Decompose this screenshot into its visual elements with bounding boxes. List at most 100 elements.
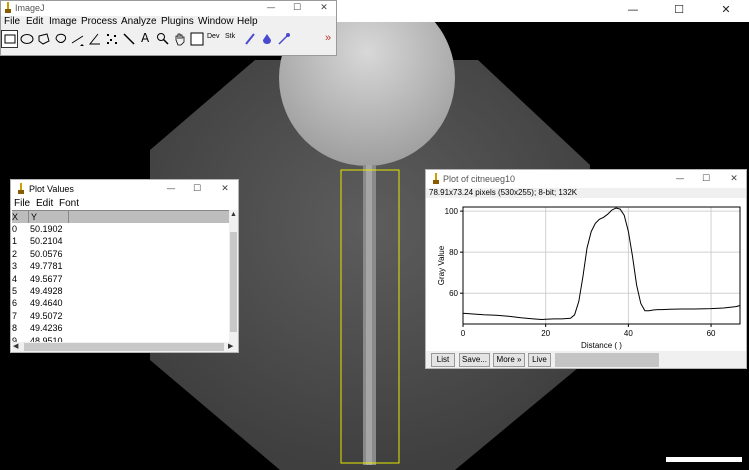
scroll-right-icon[interactable]: ▶ — [228, 342, 233, 352]
menu-analyze[interactable]: Analyze — [121, 16, 157, 27]
plot-status-field — [555, 353, 659, 367]
plot-values-minimize-button[interactable]: — — [159, 182, 183, 197]
row-x-value: 8 — [12, 323, 18, 334]
menu-image[interactable]: Image — [49, 16, 77, 27]
menu-plugins[interactable]: Plugins — [161, 16, 194, 27]
table-row[interactable]: 5 49.4928 — [12, 285, 229, 297]
imagej-titlebar: ImageJ — ☐ ✕ — [1, 1, 336, 16]
imagej-close-button[interactable]: ✕ — [312, 1, 336, 16]
table-row[interactable]: 2 50.0576 — [12, 248, 229, 260]
plot-maximize-button[interactable]: ☐ — [694, 172, 718, 187]
wand-tool-icon[interactable] — [120, 30, 137, 48]
plot-values-window: Plot Values — ☐ ✕ File Edit Font X Y 0 50… — [10, 179, 239, 353]
scroll-thumb[interactable] — [230, 232, 237, 332]
row-x-value: 4 — [12, 273, 18, 284]
table-row[interactable]: 6 49.4640 — [12, 297, 229, 309]
column-header-x[interactable]: X — [12, 211, 18, 223]
row-y-value: 49.7781 — [30, 261, 63, 272]
magnifying-glass-tool-icon[interactable] — [154, 30, 171, 48]
more-button[interactable]: More » — [493, 353, 525, 367]
imagej-app-icon — [5, 2, 11, 13]
scroll-thumb[interactable] — [24, 343, 224, 351]
more-tools-label: » — [325, 32, 332, 44]
pencil-tool-icon[interactable] — [241, 30, 258, 48]
y-tick-label: 100 — [445, 207, 459, 216]
plot-values-maximize-button[interactable]: ☐ — [185, 182, 209, 197]
more-tools-icon[interactable]: » — [321, 30, 338, 48]
pv-menu-file[interactable]: File — [14, 198, 30, 209]
menu-edit[interactable]: Edit — [26, 16, 43, 27]
plot-window: Plot of citneueg10 — ☐ ✕ 78.91x73.24 pix… — [425, 169, 747, 369]
rectangle-selection-tool-icon[interactable] — [1, 30, 18, 48]
row-y-value: 49.4928 — [30, 285, 63, 296]
plot-close-button[interactable]: ✕ — [722, 172, 746, 187]
row-y-value: 49.4236 — [30, 323, 63, 334]
brush-tool-icon[interactable] — [258, 30, 275, 48]
vertical-scrollbar[interactable]: ▲ — [229, 210, 238, 342]
pv-menu-edit[interactable]: Edit — [36, 198, 53, 209]
profile-plot[interactable]: 0 20 40 60 60 80 100 Distance ( ) Gray Value — [426, 198, 746, 351]
row-x-value: 9 — [12, 335, 18, 342]
table-row[interactable]: 7 49.5072 — [12, 310, 229, 322]
multi-point-tool-icon[interactable] — [103, 30, 120, 48]
column-header-y[interactable]: Y — [31, 211, 37, 223]
oval-selection-tool-icon[interactable] — [18, 30, 35, 48]
save-button[interactable]: Save... — [459, 353, 490, 367]
dropper-tool-icon[interactable] — [275, 30, 292, 48]
imagej-app-icon — [433, 173, 439, 184]
dev-label: Dev — [207, 33, 220, 40]
angle-tool-icon[interactable] — [86, 30, 103, 48]
color-picker-box-icon[interactable] — [188, 30, 205, 48]
table-row[interactable]: 4 49.5677 — [12, 273, 229, 285]
pv-menu-font[interactable]: Font — [59, 198, 79, 209]
plot-window-title: Plot of citneueg10 — [443, 174, 516, 184]
row-y-value: 50.1902 — [30, 224, 63, 234]
x-axis-label: Distance ( ) — [581, 341, 622, 350]
row-x-value: 6 — [12, 298, 18, 309]
table-row[interactable]: 9 48.9510 — [12, 335, 229, 342]
text-tool-label: A — [141, 31, 150, 45]
row-y-value: 49.5072 — [30, 310, 63, 321]
live-button[interactable]: Live — [528, 353, 551, 367]
row-x-value: 5 — [12, 285, 18, 296]
table-row[interactable]: 0 50.1902 — [12, 223, 229, 235]
menu-window[interactable]: Window — [198, 16, 234, 27]
table-row[interactable]: 8 49.4236 — [12, 322, 229, 334]
plot-values-titlebar: Plot Values — ☐ ✕ — [11, 180, 238, 198]
freehand-selection-tool-icon[interactable] — [52, 30, 69, 48]
list-button[interactable]: List — [431, 353, 455, 367]
dev-menu-tool[interactable]: Dev — [205, 30, 223, 48]
imagej-menubar: File Edit Image Process Analyze Plugins … — [1, 16, 336, 30]
menu-help[interactable]: Help — [237, 16, 258, 27]
table-body: 0 50.1902 1 50.2104 2 50.0576 3 49.7781 4 49.5677… — [12, 223, 229, 342]
text-tool-icon[interactable]: A — [137, 30, 154, 48]
scrolling-hand-tool-icon[interactable] — [171, 30, 188, 48]
horizontal-scrollbar[interactable]: ◀ ▶ — [12, 342, 238, 352]
table-header: X Y — [12, 210, 229, 223]
imagej-minimize-button[interactable]: — — [259, 1, 283, 16]
y-tick-label: 80 — [449, 248, 458, 257]
scroll-up-icon[interactable]: ▲ — [230, 210, 237, 220]
row-x-value: 7 — [12, 310, 18, 321]
x-tick-label: 0 — [461, 329, 466, 338]
polygon-selection-tool-icon[interactable] — [35, 30, 52, 48]
row-y-value: 50.2104 — [30, 236, 63, 247]
table-row[interactable]: 3 49.7781 — [12, 260, 229, 272]
row-x-value: 0 — [12, 224, 18, 234]
stk-menu-tool[interactable]: Stk — [223, 30, 241, 48]
main-close-button[interactable]: ✕ — [703, 0, 749, 22]
imagej-maximize-button[interactable]: ☐ — [285, 1, 309, 16]
plot-minimize-button[interactable]: — — [668, 172, 692, 187]
main-maximize-button[interactable]: ☐ — [656, 0, 702, 22]
row-y-value: 49.5677 — [30, 273, 63, 284]
plot-values-close-button[interactable]: ✕ — [213, 182, 237, 197]
x-tick-label: 60 — [707, 329, 716, 338]
row-x-value: 3 — [12, 261, 18, 272]
menu-process[interactable]: Process — [81, 16, 117, 27]
main-minimize-button[interactable]: — — [610, 0, 656, 22]
scroll-left-icon[interactable]: ◀ — [13, 342, 18, 352]
menu-file[interactable]: File — [4, 16, 20, 27]
table-row[interactable]: 1 50.2104 — [12, 235, 229, 247]
row-x-value: 2 — [12, 248, 18, 259]
straight-line-tool-icon[interactable] — [69, 30, 86, 48]
